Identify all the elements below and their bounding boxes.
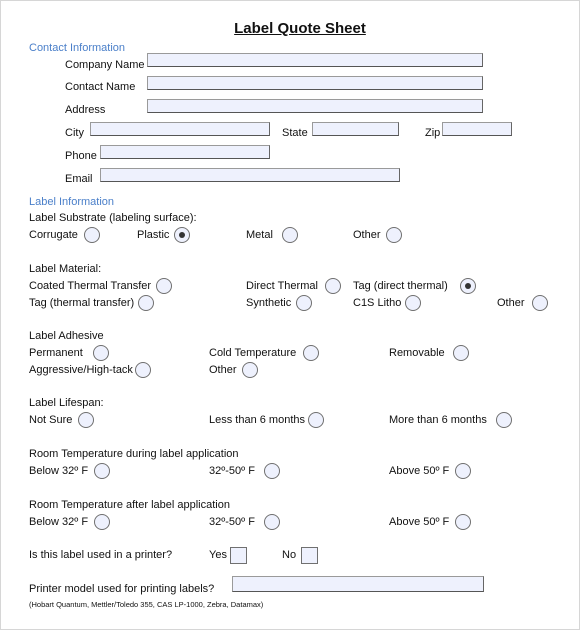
lifespan-not-sure-radio[interactable] [78,412,94,428]
temp-after-below-32-radio[interactable] [94,514,110,530]
substrate-option-label: Other [353,229,381,241]
lifespan-question: Label Lifespan: [29,397,104,409]
company-name-field[interactable] [147,53,483,67]
adhesive-option-label: Cold Temperature [209,347,297,359]
zip-field[interactable] [442,122,512,136]
phone-field[interactable] [100,145,270,159]
printer-yes-label: Yes [209,549,227,561]
lifespan-option-label: More than 6 months [389,414,487,426]
adhesive-question: Label Adhesive [29,330,104,342]
temp-after-question: Room Temperature after label application [29,499,230,511]
material-option-label: C1S Litho [353,297,402,309]
adhesive-option-label: Other [209,364,237,376]
substrate-plastic-radio[interactable] [174,227,190,243]
temp-during-below-32-radio[interactable] [94,463,110,479]
adhesive-option-label: Permanent [29,347,83,359]
substrate-option-label: Plastic [137,229,170,241]
email-label: Email [65,173,93,185]
printer-yes-checkbox[interactable] [230,547,247,564]
adhesive-other-radio[interactable] [242,362,258,378]
label-info-section-heading: Label Information [29,196,114,208]
substrate-other-radio[interactable] [386,227,402,243]
phone-label: Phone [65,150,97,162]
email-field[interactable] [100,168,400,182]
material-option-label: Synthetic [246,297,292,309]
lifespan-option-label: Less than 6 months [209,414,306,426]
material-c1s-litho-radio[interactable] [405,295,421,311]
material-option-label: Direct Thermal [246,280,318,292]
temp-after-option-label: Below 32º F [29,516,89,528]
adhesive-option-label: Aggressive/High-tack [29,364,133,376]
material-tag-direct-thermal-radio[interactable] [460,278,476,294]
material-option-label: Other [497,297,525,309]
lifespan-option-label: Not Sure [29,414,73,426]
substrate-metal-radio[interactable] [282,227,298,243]
material-tag-thermal-transfer-radio[interactable] [138,295,154,311]
temp-after-option-label: Above 50º F [389,516,450,528]
city-label: City [65,127,84,139]
temp-during-question: Room Temperature during label applicatio… [29,448,239,460]
printer-model-question: Printer model used for printing labels? [29,583,215,595]
material-other-radio[interactable] [532,295,548,311]
material-coated-thermal-transfer-radio[interactable] [156,278,172,294]
city-field[interactable] [90,122,270,136]
material-direct-thermal-radio[interactable] [325,278,341,294]
temp-after-32-50-radio[interactable] [264,514,280,530]
temp-during-option-label: Below 32º F [29,465,89,477]
adhesive-removable-radio[interactable] [453,345,469,361]
temp-after-option-label: 32º-50º F [209,516,255,528]
material-option-label: Tag (thermal transfer) [29,297,135,309]
state-field[interactable] [312,122,399,136]
substrate-option-label: Metal [246,229,273,241]
printer-model-field[interactable] [232,576,484,592]
contact-name-label: Contact Name [65,81,136,93]
material-option-label: Coated Thermal Transfer [29,280,152,292]
lifespan-more-6-months-radio[interactable] [496,412,512,428]
printer-no-label: No [282,549,297,561]
document-frame [0,0,580,630]
adhesive-option-label: Removable [389,347,445,359]
substrate-corrugate-radio[interactable] [84,227,100,243]
contact-name-field[interactable] [147,76,483,90]
adhesive-aggressive-radio[interactable] [135,362,151,378]
substrate-question: Label Substrate (labeling surface): [29,212,197,224]
temp-during-option-label: 32º-50º F [209,465,255,477]
material-synthetic-radio[interactable] [296,295,312,311]
temp-during-above-50-radio[interactable] [455,463,471,479]
page-title: Label Quote Sheet [234,20,366,37]
temp-during-option-label: Above 50º F [389,465,450,477]
address-field[interactable] [147,99,483,113]
substrate-option-label: Corrugate [29,229,78,241]
temp-during-32-50-radio[interactable] [264,463,280,479]
state-label: State [282,127,308,139]
adhesive-cold-temperature-radio[interactable] [303,345,319,361]
adhesive-permanent-radio[interactable] [93,345,109,361]
material-question: Label Material: [29,263,102,275]
material-option-label: Tag (direct thermal) [353,280,448,292]
address-label: Address [65,104,106,116]
printer-no-checkbox[interactable] [301,547,318,564]
contact-section-heading: Contact Information [29,42,125,54]
company-name-label: Company Name [65,59,145,71]
lifespan-less-6-months-radio[interactable] [308,412,324,428]
temp-after-above-50-radio[interactable] [455,514,471,530]
printer-model-hint: (Hobart Quantum, Mettler/Toledo 355, CAS… [29,600,264,609]
zip-label: Zip [425,127,441,139]
printer-question: Is this label used in a printer? [29,549,173,561]
